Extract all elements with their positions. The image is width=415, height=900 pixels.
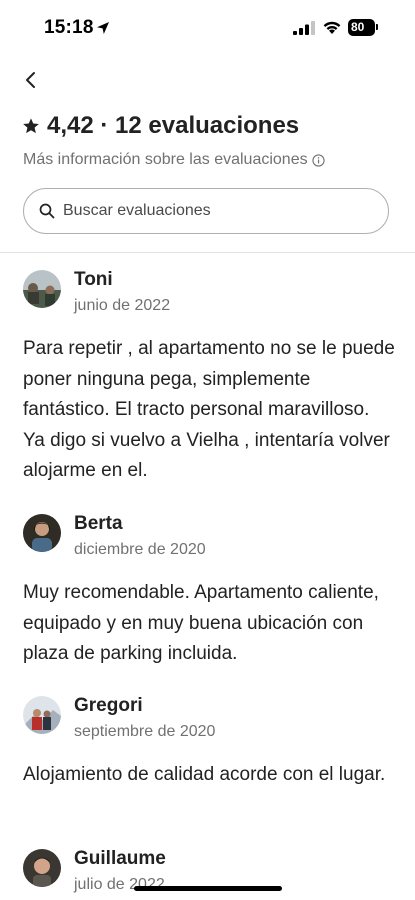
reviewer-name: Toni bbox=[74, 269, 113, 290]
home-indicator[interactable] bbox=[134, 886, 282, 891]
page-title: 4,42 · 12 evaluaciones bbox=[22, 112, 299, 140]
search-icon bbox=[39, 203, 55, 219]
review-date: julio de 2022 bbox=[74, 876, 165, 893]
status-bar: 15:18 80 bbox=[0, 0, 415, 54]
battery-level: 80 bbox=[351, 20, 365, 34]
rating-summary: 4,42 · 12 evaluaciones bbox=[47, 112, 300, 139]
battery-icon: 80 bbox=[348, 19, 378, 36]
avatar[interactable] bbox=[23, 270, 61, 308]
wifi-icon bbox=[323, 21, 341, 34]
divider bbox=[0, 252, 415, 253]
search-input[interactable] bbox=[63, 202, 363, 220]
more-info-link[interactable]: Más información sobre las evaluaciones bbox=[23, 151, 325, 169]
review-text: Alojamiento de calidad acorde con el lug… bbox=[23, 764, 386, 785]
avatar[interactable] bbox=[23, 696, 61, 734]
back-button[interactable] bbox=[20, 68, 42, 92]
reviewer-name: Gregori bbox=[74, 695, 143, 716]
reviewer-name: Guillaume bbox=[74, 848, 166, 869]
review-text: Muy recomendable. Apartamento caliente, … bbox=[23, 582, 379, 664]
status-time: 15:18 bbox=[44, 17, 94, 38]
search-field[interactable] bbox=[23, 188, 389, 234]
star-icon bbox=[23, 118, 39, 134]
review-text: Para repetir , al apartamento no se le p… bbox=[23, 338, 395, 481]
review-date: junio de 2022 bbox=[74, 297, 171, 314]
avatar[interactable] bbox=[23, 514, 61, 552]
cellular-signal-icon bbox=[293, 21, 315, 35]
more-info-label: Más información sobre las evaluaciones bbox=[23, 151, 308, 168]
review-date: septiembre de 2020 bbox=[74, 723, 216, 740]
info-icon bbox=[311, 153, 325, 167]
avatar[interactable] bbox=[23, 849, 61, 887]
review-date: diciembre de 2020 bbox=[74, 541, 206, 558]
reviewer-name: Berta bbox=[74, 513, 123, 534]
location-arrow-icon bbox=[97, 22, 109, 34]
